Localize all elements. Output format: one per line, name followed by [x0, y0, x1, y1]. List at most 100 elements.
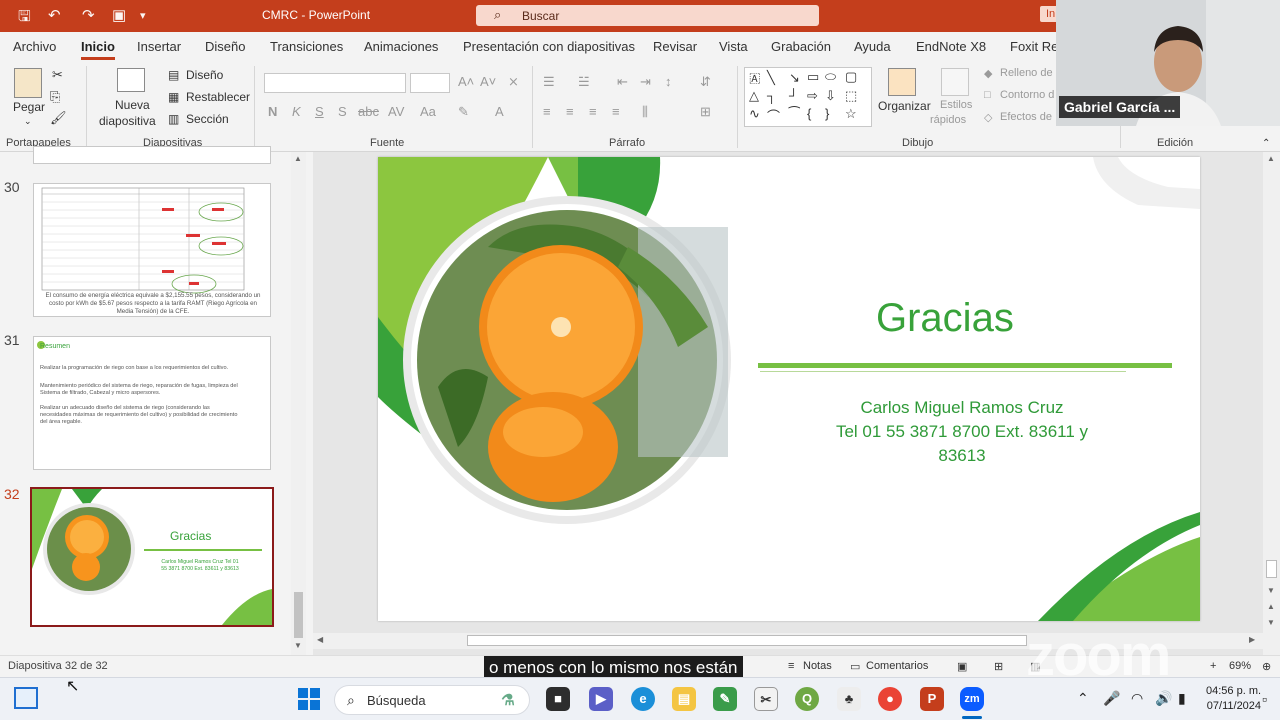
wifi-icon[interactable]: ◠	[1131, 690, 1143, 707]
snipping-tool-icon[interactable]: ✂	[754, 687, 778, 711]
tab-animaciones[interactable]: Animaciones	[364, 39, 438, 54]
char-spacing-icon[interactable]: AV	[388, 104, 404, 119]
tab-grabacion[interactable]: Grabación	[771, 39, 831, 54]
tab-inicio[interactable]: Inicio	[81, 39, 115, 60]
normal-view-icon[interactable]: ▣	[957, 660, 967, 673]
decrease-font-icon[interactable]: A˅	[480, 74, 496, 89]
tab-presentacion[interactable]: Presentación con diapositivas	[463, 39, 635, 54]
new-slide-button-line2[interactable]: diapositiva	[99, 114, 156, 128]
slide-thumbnail-31[interactable]: Resumen Realizar la programación de rieg…	[33, 336, 271, 470]
battery-icon[interactable]: ▮	[1178, 690, 1186, 707]
present-icon[interactable]: ▣	[112, 6, 126, 24]
bold-button[interactable]: N	[268, 104, 277, 119]
line-spacing-icon[interactable]: ↕	[665, 74, 672, 89]
align-right-icon[interactable]: ≡	[589, 104, 597, 119]
font-family-select[interactable]	[264, 73, 406, 93]
tab-vista[interactable]: Vista	[719, 39, 748, 54]
italic-button[interactable]: K	[292, 104, 301, 119]
slide-thumbnail-32[interactable]: Gracias Carlos Miguel Ramos Cruz Tel 01 …	[30, 487, 274, 627]
triangle-shape-icon[interactable]: △	[749, 88, 759, 104]
edge-icon[interactable]: e	[631, 687, 655, 711]
quick-styles-button-line2[interactable]: rápidos	[930, 114, 966, 126]
microphone-icon[interactable]: 🎤	[1103, 690, 1120, 707]
scroll-right-icon[interactable]: ▶	[1249, 635, 1255, 644]
shape-fill-icon[interactable]: ◆	[984, 67, 992, 80]
shapes-gallery[interactable]: 🇦 ╲ ↘ ▭ ⬭ ▢ △ ┐ ┘ ⇨ ⇩ ⬚ ∿ ⌒ ⁀ { } ☆	[744, 67, 872, 127]
highlight-icon[interactable]: ✎	[458, 104, 469, 120]
desktop-widget-icon[interactable]	[14, 687, 38, 709]
brace-left-shape-icon[interactable]: {	[807, 106, 811, 121]
zoom-app-icon[interactable]: zm	[960, 687, 984, 711]
undo-icon[interactable]: ↶	[48, 6, 61, 24]
shape-effects-icon[interactable]: ◇	[984, 111, 992, 124]
tab-endnote[interactable]: EndNote X8	[916, 39, 986, 54]
tray-overflow-icon[interactable]: ⌃	[1077, 690, 1089, 707]
change-case-icon[interactable]: Aa	[420, 104, 436, 119]
thumbnail-scrollbar[interactable]: ▲ ▼	[291, 152, 306, 655]
cut-icon[interactable]: ✂	[52, 67, 63, 83]
slide-title[interactable]: Gracias	[876, 296, 1014, 341]
previous-slide-icon[interactable]: ▲	[1267, 602, 1275, 611]
powerpoint-icon[interactable]: P	[920, 687, 944, 711]
comments-button[interactable]: Comentarios	[866, 660, 928, 672]
increase-indent-icon[interactable]: ⇥	[640, 74, 651, 90]
linux-penguin-icon[interactable]: ♣	[837, 687, 861, 711]
windows-start-icon[interactable]	[298, 688, 320, 710]
arrange-button[interactable]: Organizar	[878, 99, 931, 113]
layout-icon[interactable]: ▤	[168, 68, 179, 82]
task-view-icon[interactable]: ■	[546, 687, 570, 711]
quick-styles-button[interactable]: Estilos	[940, 99, 972, 111]
file-explorer-icon[interactable]: ▤	[672, 687, 696, 711]
rounded-rect-shape-icon[interactable]: ▢	[845, 69, 857, 85]
tab-ayuda[interactable]: Ayuda	[854, 39, 891, 54]
tab-transiciones[interactable]: Transiciones	[270, 39, 343, 54]
redo-icon[interactable]: ↷	[82, 6, 95, 24]
notepad-icon[interactable]: ✎	[713, 687, 737, 711]
customize-toolbar-icon[interactable]: ▾	[140, 9, 146, 22]
zoom-level[interactable]: 69%	[1229, 660, 1251, 672]
scroll-up-icon[interactable]: ▲	[294, 154, 302, 163]
notes-icon[interactable]: ≡	[788, 660, 794, 672]
tab-archivo[interactable]: Archivo	[13, 39, 56, 54]
copy-icon[interactable]: ⎘	[50, 89, 60, 105]
align-left-icon[interactable]: ≡	[543, 104, 551, 119]
scroll-down-icon[interactable]: ▼	[294, 641, 302, 650]
down-arrow-shape-icon[interactable]: ⇩	[825, 88, 836, 104]
paste-dropdown-icon[interactable]: ⌄	[24, 116, 32, 127]
clear-format-icon[interactable]: ⨯	[508, 74, 519, 90]
scroll-up-icon[interactable]: ▲	[1267, 154, 1275, 163]
textbox-shape-icon[interactable]: 🇦	[749, 70, 761, 86]
oval-shape-icon[interactable]: ⬭	[825, 69, 836, 85]
search-box[interactable]: ⌕ Buscar	[476, 5, 819, 26]
bullets-icon[interactable]: ☰	[543, 74, 555, 90]
tab-insertar[interactable]: Insertar	[137, 39, 181, 54]
format-painter-icon[interactable]: 🖌	[50, 110, 67, 126]
reset-button[interactable]: Restablecer	[186, 90, 250, 104]
participant-video[interactable]: Gabriel García ...	[1056, 0, 1280, 126]
new-slide-button[interactable]: Nueva	[115, 98, 150, 112]
shape-fill-button[interactable]: Relleno de	[1000, 67, 1053, 79]
curve-shape-icon[interactable]: ∿	[749, 106, 760, 122]
scrollbar-thumb[interactable]	[467, 635, 1027, 646]
slide-thumbnail-30[interactable]: El consumo de energía eléctrica equivale…	[33, 183, 271, 317]
numbering-icon[interactable]: ☱	[578, 74, 590, 90]
save-icon[interactable]: 🖫	[18, 6, 31, 31]
qgis-icon[interactable]: Q	[795, 687, 819, 711]
text-direction-icon[interactable]: ⇵	[700, 74, 711, 90]
shape-effects-button[interactable]: Efectos de	[1000, 111, 1052, 123]
brace-right-shape-icon[interactable]: }	[825, 106, 829, 121]
rectangle-shape-icon[interactable]: ▭	[807, 69, 819, 85]
fit-slide-icon[interactable]: ⊕	[1262, 660, 1271, 673]
reset-icon[interactable]: ▦	[168, 90, 179, 104]
comments-icon[interactable]: ▭	[850, 660, 860, 673]
slide-sorter-icon[interactable]: ⊞	[994, 660, 1003, 673]
align-center-icon[interactable]: ≡	[566, 104, 574, 119]
scrollbar-thumb[interactable]	[294, 592, 303, 638]
star-shape-icon[interactable]: ☆	[845, 106, 857, 122]
columns-icon[interactable]: ⫼	[642, 104, 648, 120]
shape-outline-icon[interactable]: □	[984, 89, 991, 101]
connector-shape-icon[interactable]: ┐	[767, 88, 776, 103]
font-color-icon[interactable]: A	[495, 104, 504, 119]
chrome-icon[interactable]: ●	[878, 687, 902, 711]
zoom-in-icon[interactable]: +	[1210, 660, 1216, 672]
